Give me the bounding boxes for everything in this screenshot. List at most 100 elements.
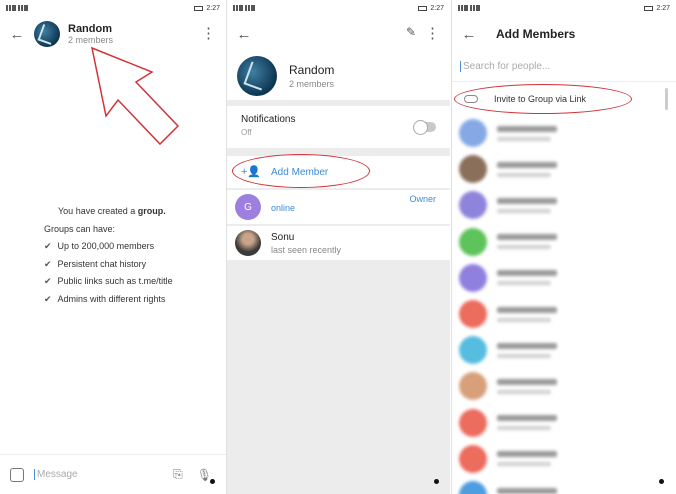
contact-row[interactable] (452, 331, 676, 369)
contact-row[interactable] (452, 367, 676, 405)
battery-icon (644, 5, 654, 11)
check-icon: ✔ (44, 293, 52, 304)
contact-name-placeholder (497, 415, 557, 422)
member-row[interactable]: Sonu last seen recently (227, 226, 450, 260)
member-status: last seen recently (271, 244, 342, 255)
contact-text-blurred (497, 197, 557, 213)
contact-name-placeholder (497, 487, 557, 494)
member-avatar: G (235, 194, 261, 220)
battery-icon (418, 5, 428, 11)
feature-item: ✔ Public links such as t.me/title (44, 276, 173, 286)
contact-text-blurred (497, 270, 557, 286)
contact-avatar (459, 300, 487, 328)
group-avatar[interactable] (34, 21, 60, 47)
signal-icons (6, 5, 28, 11)
back-arrow-icon[interactable]: ← (227, 26, 261, 43)
group-profile: Random 2 members (227, 52, 450, 100)
message-input[interactable]: Message (34, 469, 173, 480)
contact-name-placeholder (497, 270, 557, 277)
contact-text-blurred (497, 234, 557, 250)
contact-name-placeholder (497, 234, 557, 241)
contact-status-placeholder (497, 281, 551, 286)
info-header: ← ✎ ⋮ (227, 16, 450, 52)
check-icon: ✔ (44, 241, 52, 251)
contact-text-blurred (497, 125, 557, 141)
more-menu-icon[interactable]: ⋮ (425, 24, 440, 42)
member-role: Owner (409, 194, 436, 204)
contact-row[interactable] (452, 295, 676, 333)
signal-icon (458, 5, 468, 11)
contact-text-blurred (497, 161, 557, 177)
contact-row[interactable] (452, 186, 676, 224)
member-avatar (235, 230, 261, 256)
notifications-row[interactable]: Notifications Off (227, 106, 450, 148)
status-time: 2:27 (430, 4, 444, 12)
contact-row[interactable] (452, 150, 676, 188)
contact-avatar (459, 444, 487, 473)
check-icon: ✔ (44, 258, 52, 269)
contact-avatar (459, 336, 487, 365)
dot (659, 479, 664, 484)
contact-status-placeholder (497, 353, 551, 358)
status-bar: 2:27 (227, 0, 450, 16)
chat-screen: 2:27 ← Random 2 members ⋮ You have creat… (0, 0, 226, 494)
contact-status-placeholder (497, 245, 551, 250)
search-input[interactable]: Search for people... (460, 61, 550, 72)
group-info-screen: 2:27 ← ✎ ⋮ Random 2 members Notification… (226, 0, 450, 494)
group-subtitle: 2 members (289, 79, 335, 89)
back-arrow-icon[interactable]: ← (452, 26, 486, 43)
contact-avatar (459, 155, 487, 184)
annotation-ellipse (232, 154, 370, 188)
contact-name-placeholder (497, 197, 557, 204)
sticker-icon[interactable] (10, 467, 24, 482)
contact-row[interactable] (452, 440, 676, 478)
notifications-label: Notifications (241, 114, 296, 125)
status-time: 2:27 (206, 4, 220, 12)
signal-icon (245, 5, 255, 11)
contact-name-placeholder (497, 125, 557, 132)
notifications-toggle[interactable] (413, 120, 436, 135)
add-members-header: ← Add Members (452, 16, 676, 52)
group-avatar[interactable] (237, 56, 277, 96)
scrollbar[interactable] (665, 88, 668, 110)
contact-status-placeholder (497, 426, 551, 431)
group-created-info: You have created a group. Groups can hav… (44, 203, 194, 308)
contact-status-placeholder (497, 389, 551, 394)
created-bold: group. (137, 206, 166, 216)
contact-row[interactable] (452, 404, 676, 442)
search-bar[interactable]: Search for people... (452, 52, 676, 82)
member-status: online (271, 203, 296, 213)
signal-icon (6, 5, 16, 11)
feature-item: ✔ Persistent chat history (44, 258, 147, 269)
contact-row[interactable] (452, 114, 676, 152)
back-arrow-icon[interactable]: ← (0, 26, 34, 43)
contact-text-blurred (497, 342, 557, 358)
created-text: You have created a (58, 206, 138, 216)
edit-icon[interactable]: ✎ (406, 25, 416, 39)
contact-status-placeholder (497, 136, 551, 141)
more-menu-icon[interactable]: ⋮ (201, 24, 216, 42)
contact-avatar (459, 263, 487, 292)
contact-row[interactable] (452, 259, 676, 297)
annotation-arrow (90, 46, 180, 146)
contact-status-placeholder (497, 172, 551, 177)
contact-status-placeholder (497, 208, 551, 213)
dot (434, 479, 439, 484)
contact-status-placeholder (497, 317, 551, 322)
group-name: Random (289, 63, 335, 77)
contact-avatar (459, 408, 487, 437)
contact-text-blurred (497, 306, 557, 322)
contact-status-placeholder (497, 462, 551, 467)
attach-icon[interactable]: ⎘ (173, 467, 183, 482)
status-bar: 2:27 (452, 0, 676, 16)
notifications-value: Off (241, 128, 252, 137)
signal-icon (470, 5, 480, 11)
contact-row[interactable] (452, 223, 676, 261)
annotation-ellipse (454, 84, 632, 114)
status-time: 2:27 (656, 4, 670, 12)
member-row[interactable]: G online Owner (227, 190, 450, 224)
add-members-screen: 2:27 ← Add Members Search for people... … (451, 0, 676, 494)
contact-row[interactable] (452, 476, 676, 494)
contact-text-blurred (497, 415, 557, 431)
status-bar: 2:27 (0, 0, 226, 16)
